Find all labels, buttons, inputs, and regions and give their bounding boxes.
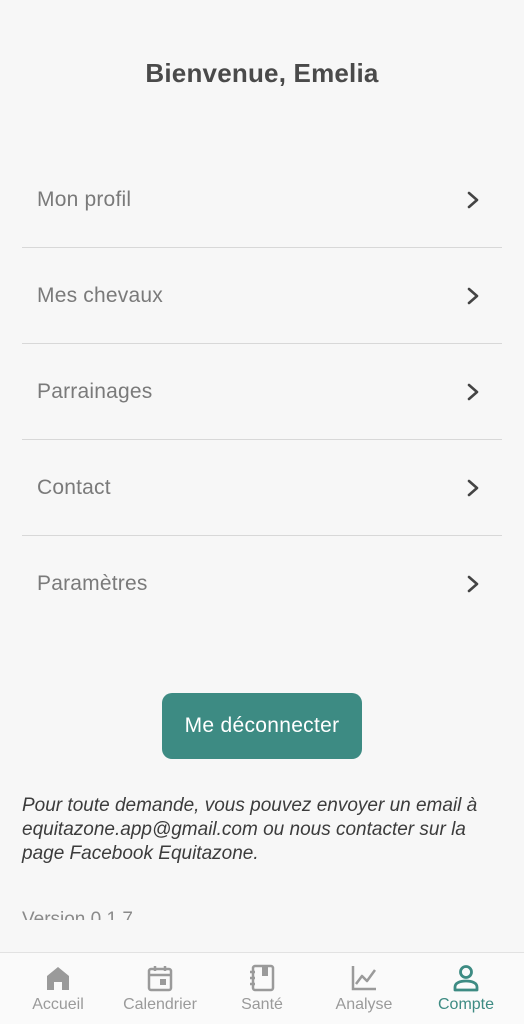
chart-icon [351, 966, 377, 991]
notebook-icon [250, 964, 275, 992]
home-icon [47, 967, 69, 990]
menu-item-label: Contact [37, 475, 111, 499]
page-title: Bienvenue, Emelia [145, 58, 379, 88]
menu-item-contact[interactable]: Contact [22, 440, 502, 536]
menu-item-profile[interactable]: Mon profil [22, 152, 502, 248]
logout-button[interactable]: Me déconnecter [162, 693, 362, 759]
nav-label: Accueil [32, 996, 84, 1013]
nav-item-home[interactable]: Accueil [8, 953, 108, 1024]
account-menu: Mon profil Mes chevaux Parrainages Conta… [22, 152, 502, 632]
menu-item-label: Mon profil [37, 187, 132, 211]
menu-item-label: Paramètres [37, 572, 148, 595]
menu-item-label: Mes chevaux [37, 283, 163, 307]
contact-info-text: Pour toute demande, vous pouvez envoyer … [22, 795, 478, 864]
nav-item-analysis[interactable]: Analyse [314, 953, 414, 1024]
nav-item-account[interactable]: Compte [416, 953, 516, 1024]
chevron-right-icon [467, 191, 479, 208]
chevron-right-icon [467, 575, 479, 593]
chevron-right-icon [467, 479, 479, 496]
menu-item-settings[interactable]: Paramètres [22, 536, 502, 632]
nav-item-calendar[interactable]: Calendrier [110, 953, 210, 1024]
menu-item-referrals[interactable]: Parrainages [22, 344, 502, 440]
account-screen: Bienvenue, Emelia Mon profil Mes chevaux… [0, 0, 524, 1024]
chevron-right-icon [467, 383, 479, 400]
nav-item-health[interactable]: Santé [212, 953, 312, 1024]
menu-item-horses[interactable]: Mes chevaux [22, 248, 502, 344]
menu-item-label: Parrainages [37, 379, 153, 403]
nav-label: Calendrier [123, 996, 197, 1013]
nav-label: Analyse [335, 996, 393, 1013]
nav-label: Santé [241, 996, 283, 1013]
calendar-icon [147, 966, 173, 992]
person-icon [453, 965, 479, 992]
chevron-right-icon [467, 287, 479, 304]
bottom-navigation: Accueil Calendrier Santé Analyse Compte [0, 952, 524, 1024]
nav-label: Compte [437, 996, 495, 1013]
version-text: Version 0.1.7 [22, 909, 133, 920]
